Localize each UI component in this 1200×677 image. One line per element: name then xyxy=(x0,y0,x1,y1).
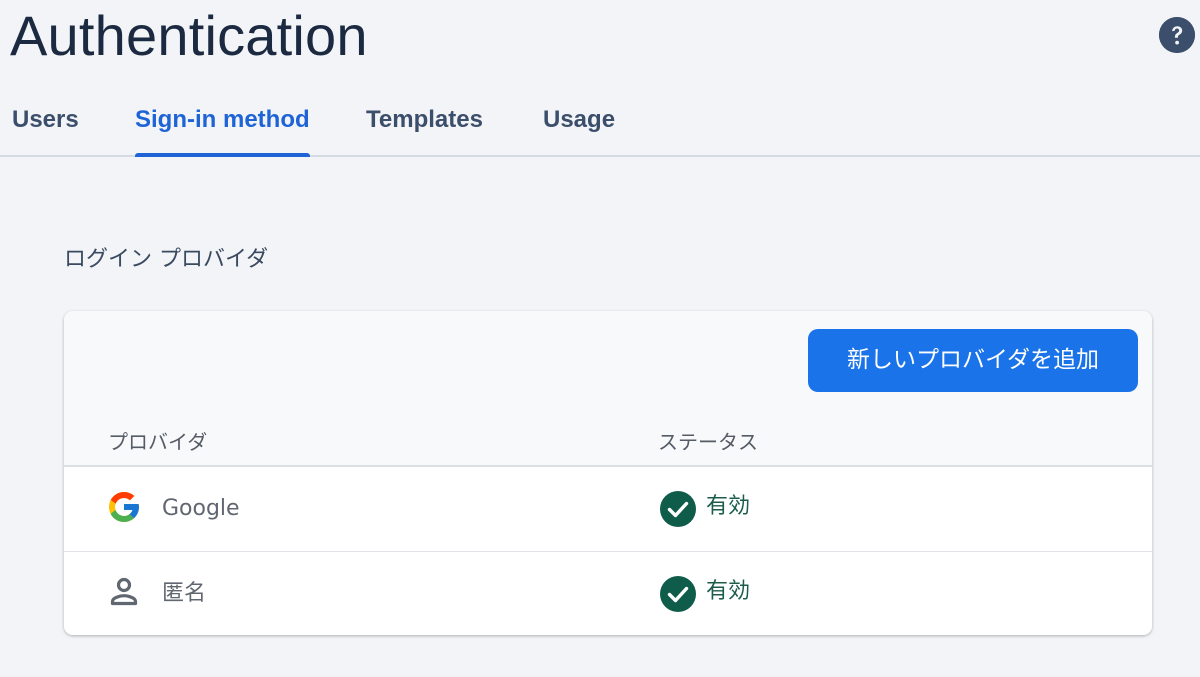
tab-sign-in-method[interactable]: Sign-in method xyxy=(135,96,310,157)
check-circle-icon xyxy=(660,576,696,612)
table-row[interactable]: 匿名 有効 xyxy=(64,552,1152,635)
check-circle-icon xyxy=(660,491,696,527)
column-header-provider: プロバイダ xyxy=(108,430,208,454)
help-button[interactable] xyxy=(1159,17,1195,53)
active-tab-indicator xyxy=(135,153,310,157)
table-header: プロバイダ ステータス xyxy=(64,411,1152,467)
tab-label: Usage xyxy=(543,106,616,133)
add-provider-button[interactable]: 新しいプロバイダを追加 xyxy=(808,329,1138,392)
card-toolbar: 新しいプロバイダを追加 xyxy=(64,311,1152,411)
section-title: ログイン プロバイダ xyxy=(64,247,269,272)
provider-name: Google xyxy=(162,496,240,521)
table-row[interactable]: Google 有効 xyxy=(64,467,1152,552)
provider-name: 匿名 xyxy=(162,581,207,606)
tab-label: Templates xyxy=(366,106,483,133)
status-text: 有効 xyxy=(706,494,751,519)
tab-usage[interactable]: Usage xyxy=(543,96,615,155)
tab-label: Users xyxy=(12,106,79,133)
authentication-page: Authentication Users Sign-in method Temp… xyxy=(0,0,1200,677)
google-icon xyxy=(106,489,142,525)
tab-label: Sign-in method xyxy=(135,106,310,133)
status-text: 有効 xyxy=(706,579,751,604)
page-title: Authentication xyxy=(10,4,368,67)
tab-templates[interactable]: Templates xyxy=(366,96,483,155)
tab-users[interactable]: Users xyxy=(12,96,79,155)
tab-bar: Users Sign-in method Templates Usage xyxy=(0,96,1200,157)
person-icon xyxy=(106,574,142,610)
help-circle-icon xyxy=(1159,17,1195,53)
providers-card: 新しいプロバイダを追加 プロバイダ ステータス Google 有効 匿名 有効 xyxy=(64,311,1152,635)
column-header-status: ステータス xyxy=(658,430,758,454)
